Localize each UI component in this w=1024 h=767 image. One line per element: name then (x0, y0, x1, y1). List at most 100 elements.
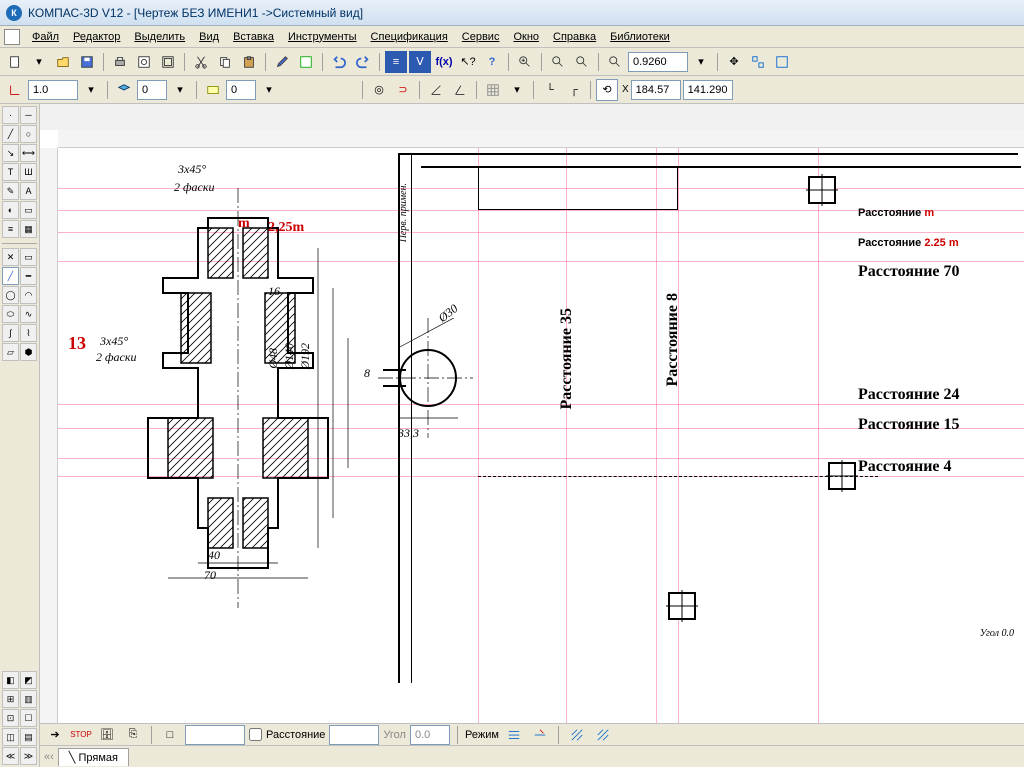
lt-23a[interactable]: ◫ (2, 728, 19, 746)
coord-x-input[interactable] (631, 80, 681, 100)
preview-button[interactable] (133, 51, 155, 73)
lt-11b[interactable]: ∿ (20, 305, 37, 323)
lt-12b[interactable]: ⌇ (20, 324, 37, 342)
open-button[interactable] (52, 51, 74, 73)
lib-manager-button[interactable]: ≡ (385, 51, 407, 73)
copy-button[interactable] (214, 51, 236, 73)
lt-5b[interactable]: A (20, 182, 37, 200)
save-button[interactable] (76, 51, 98, 73)
menu-spec[interactable]: Спецификация (365, 29, 454, 45)
ortho-button[interactable] (4, 79, 26, 101)
lt-4a[interactable]: T (2, 163, 19, 181)
lt-20a[interactable]: ◧ (2, 671, 19, 689)
help-button[interactable]: ? (481, 51, 503, 73)
lt-1b[interactable]: ─ (20, 106, 37, 124)
lt-3a[interactable]: ↘ (2, 144, 19, 162)
zoom-fit-button[interactable] (604, 51, 626, 73)
lt-dim[interactable]: ⟷ (20, 144, 37, 162)
bb-rasst-input[interactable] (329, 725, 379, 745)
zoom-window-button[interactable] (547, 51, 569, 73)
lt-6a[interactable]: ◐ (2, 201, 19, 219)
fx-button[interactable]: f(x) (433, 51, 455, 73)
view-icon[interactable] (202, 79, 224, 101)
lt-10a[interactable]: ◯ (2, 286, 19, 304)
bb-hatch2[interactable] (592, 724, 614, 746)
zoom-dropdown[interactable]: ▾ (690, 51, 712, 73)
properties-button[interactable] (271, 51, 293, 73)
lt-21b[interactable]: ▥ (20, 690, 37, 708)
lt-5a[interactable]: ✎ (2, 182, 19, 200)
lt-6b[interactable]: ▭ (20, 201, 37, 219)
lt-2b[interactable]: ○ (20, 125, 37, 143)
view-dropdown[interactable]: ▾ (258, 79, 280, 101)
bb-stop[interactable]: STOP (70, 724, 92, 746)
lcs-button[interactable]: └ (539, 79, 561, 101)
grid-button[interactable] (482, 79, 504, 101)
rebuild-button[interactable] (747, 51, 769, 73)
perpend-button[interactable] (449, 79, 471, 101)
lt-point[interactable]: · (2, 106, 19, 124)
lt-7b[interactable]: ▦ (20, 220, 37, 238)
lt-10b[interactable]: ◠ (20, 286, 37, 304)
bb-point-input[interactable] (185, 725, 245, 745)
lt-9b[interactable]: ━ (20, 267, 37, 285)
bb-hatch1[interactable] (566, 724, 588, 746)
magnet-button[interactable]: ⊃ (392, 79, 414, 101)
zoom-in-button[interactable] (514, 51, 536, 73)
lt-aux-line[interactable]: ╱ (2, 267, 19, 285)
lt-line[interactable]: ╱ (2, 125, 19, 143)
bb-auto[interactable]: ⎘ (122, 724, 144, 746)
zoom-scale-button[interactable] (571, 51, 593, 73)
lt-13a[interactable]: ▱ (2, 343, 19, 361)
redo-button[interactable] (352, 51, 374, 73)
ortho2-button[interactable]: ┌ (563, 79, 585, 101)
pan-button[interactable]: ✥ (723, 51, 745, 73)
layer-dropdown[interactable]: ▾ (169, 79, 191, 101)
vars-button[interactable]: Ⅴ (409, 51, 431, 73)
new-button[interactable] (4, 51, 26, 73)
lt-23b[interactable]: ▤ (20, 728, 37, 746)
menu-window[interactable]: Окно (507, 29, 545, 45)
menu-select[interactable]: Выделить (128, 29, 191, 45)
linestyle-input[interactable] (28, 80, 78, 100)
coord-y-input[interactable] (683, 80, 733, 100)
menu-file[interactable]: Файл (26, 29, 65, 45)
lt-13b[interactable]: ⬢ (20, 343, 37, 361)
bb-mode2[interactable] (529, 724, 551, 746)
drawing-area[interactable]: 3x45° 2 фаски 3x45° 2 фаски 16 Ø48 Ø140 … (58, 148, 1024, 723)
lt-21a[interactable]: ⊞ (2, 690, 19, 708)
menu-service[interactable]: Сервис (456, 29, 506, 45)
lt-7a[interactable]: ≡ (2, 220, 19, 238)
layer-input[interactable] (137, 80, 167, 100)
lt-11a[interactable]: ⬭ (2, 305, 19, 323)
lt-nav-next[interactable]: ≫ (20, 747, 37, 765)
lt-8a[interactable]: ✕ (2, 248, 19, 266)
bb-mode1[interactable] (503, 724, 525, 746)
menu-view[interactable]: Вид (193, 29, 225, 45)
bb-tree[interactable]: 🗄 (96, 724, 118, 746)
arrow-button[interactable]: ↖? (457, 51, 479, 73)
print-button[interactable] (109, 51, 131, 73)
frame-button[interactable] (157, 51, 179, 73)
bb-arrow[interactable]: ➔ (44, 724, 66, 746)
bb-ugol-input[interactable] (410, 725, 450, 745)
lt-sel[interactable]: ▭ (20, 248, 37, 266)
linestyle-dropdown[interactable]: ▾ (80, 79, 102, 101)
angle-button[interactable] (425, 79, 447, 101)
menu-insert[interactable]: Вставка (227, 29, 280, 45)
menu-libs[interactable]: Библиотеки (604, 29, 676, 45)
lt-12a[interactable]: ∫ (2, 324, 19, 342)
menu-tools[interactable]: Инструменты (282, 29, 363, 45)
zoom-value-input[interactable] (628, 52, 688, 72)
lt-22b[interactable]: ☐ (20, 709, 37, 727)
bb-point[interactable]: □ (159, 724, 181, 746)
menu-editor[interactable]: Редактор (67, 29, 126, 45)
lt-nav-prev[interactable]: ≪ (2, 747, 19, 765)
layer-icon[interactable] (113, 79, 135, 101)
snap-button[interactable]: ◎ (368, 79, 390, 101)
lt-text[interactable]: Ш (20, 163, 37, 181)
paste-button[interactable] (238, 51, 260, 73)
menu-help[interactable]: Справка (547, 29, 602, 45)
cut-button[interactable] (190, 51, 212, 73)
grid-dropdown[interactable]: ▾ (506, 79, 528, 101)
